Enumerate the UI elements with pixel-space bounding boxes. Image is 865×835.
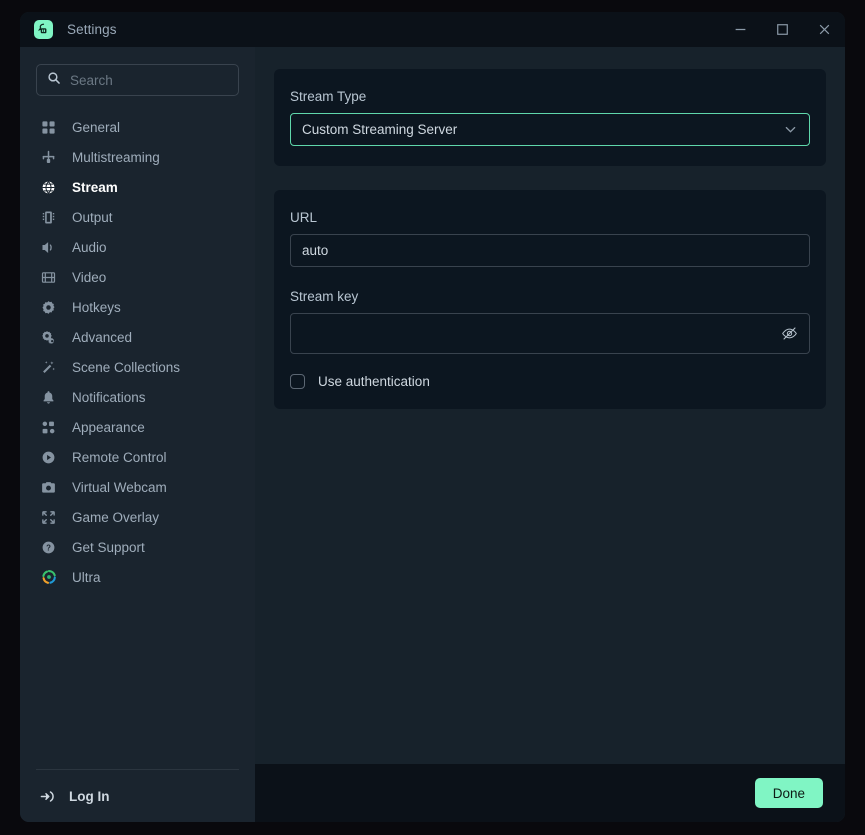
sidebar-item-label: Video xyxy=(72,269,107,285)
sidebar-item-game-overlay[interactable]: Game Overlay xyxy=(20,502,255,532)
sidebar-item-label: Advanced xyxy=(72,329,133,345)
url-input-wrapper[interactable] xyxy=(290,234,810,267)
footer-bar: Done xyxy=(255,764,845,822)
chip-icon xyxy=(39,208,58,227)
gears-icon xyxy=(39,328,58,347)
sidebar-item-remote-control[interactable]: Remote Control xyxy=(20,442,255,472)
sidebar-item-get-support[interactable]: ? Get Support xyxy=(20,532,255,562)
wand-icon xyxy=(39,358,58,377)
sidebar-item-label: Get Support xyxy=(72,539,145,555)
sidebar-item-ultra[interactable]: Ultra xyxy=(20,562,255,592)
speaker-icon xyxy=(39,238,58,257)
play-circle-icon xyxy=(39,448,58,467)
stream-type-card: Stream Type Custom Streaming Server xyxy=(274,69,826,166)
sidebar-item-general[interactable]: General xyxy=(20,112,255,142)
sidebar-item-appearance[interactable]: Appearance xyxy=(20,412,255,442)
use-authentication-label: Use authentication xyxy=(318,374,430,389)
sidebar-item-label: Audio xyxy=(72,239,107,255)
streamlabs-logo-icon xyxy=(34,20,53,39)
bell-icon xyxy=(39,388,58,407)
window-body: General Multistreaming xyxy=(20,47,845,822)
done-button[interactable]: Done xyxy=(754,778,823,808)
sidebar-item-multistreaming[interactable]: Multistreaming xyxy=(20,142,255,172)
sidebar-item-scene-collections[interactable]: Scene Collections xyxy=(20,352,255,382)
sidebar-item-stream[interactable]: Stream xyxy=(20,172,255,202)
eye-slash-icon[interactable] xyxy=(781,325,798,342)
ultra-icon xyxy=(39,568,58,587)
stream-type-value: Custom Streaming Server xyxy=(302,122,458,137)
login-label: Log In xyxy=(69,788,110,804)
sidebar-item-notifications[interactable]: Notifications xyxy=(20,382,255,412)
search-input[interactable] xyxy=(70,72,228,88)
sidebar-item-advanced[interactable]: Advanced xyxy=(20,322,255,352)
url-input[interactable] xyxy=(302,243,798,258)
stream-type-select[interactable]: Custom Streaming Server xyxy=(290,113,810,146)
sidebar-item-virtual-webcam[interactable]: Virtual Webcam xyxy=(20,472,255,502)
content-area: Stream Type Custom Streaming Server URL xyxy=(255,47,845,822)
sidebar-item-label: Game Overlay xyxy=(72,509,160,525)
sidebar-item-label: Remote Control xyxy=(72,449,167,465)
search-box[interactable] xyxy=(36,64,239,96)
login-button[interactable]: Log In xyxy=(20,770,255,822)
sidebar-nav: General Multistreaming Stream Output Aud… xyxy=(20,104,255,769)
use-authentication-checkbox[interactable] xyxy=(290,374,305,389)
window-title: Settings xyxy=(67,22,117,37)
chevron-down-icon xyxy=(783,122,798,137)
svg-text:?: ? xyxy=(46,543,51,552)
settings-window: Settings Search General Multistreaming S… xyxy=(20,12,845,822)
server-settings-card: URL Stream key xyxy=(274,190,826,409)
sidebar: General Multistreaming xyxy=(20,47,255,822)
sidebar-item-label: Notifications xyxy=(72,389,146,405)
camera-icon xyxy=(39,478,58,497)
sidebar-item-label: Scene Collections xyxy=(72,359,181,375)
sidebar-item-label: Multistreaming xyxy=(72,149,160,165)
url-label: URL xyxy=(290,210,318,225)
search-icon xyxy=(47,71,61,90)
expand-icon xyxy=(39,508,58,527)
multistream-icon xyxy=(39,148,58,167)
sidebar-item-label: General xyxy=(72,119,121,135)
sidebar-item-video[interactable]: Video xyxy=(20,262,255,292)
minimize-icon[interactable] xyxy=(719,12,761,47)
sidebar-item-label: Virtual Webcam xyxy=(72,479,167,495)
stream-type-label: Stream Type xyxy=(290,89,367,104)
appearance-icon xyxy=(39,418,58,437)
search-wrapper xyxy=(20,64,255,104)
login-icon xyxy=(39,788,56,805)
content-scroll: Stream Type Custom Streaming Server URL xyxy=(255,47,845,764)
film-icon xyxy=(39,268,58,287)
globe-icon xyxy=(39,178,58,197)
stream-key-label: Stream key xyxy=(290,289,359,304)
sidebar-item-label: Hotkeys xyxy=(72,299,121,315)
close-icon[interactable] xyxy=(803,12,845,47)
sidebar-item-audio[interactable]: Audio xyxy=(20,232,255,262)
grid-icon xyxy=(39,118,58,137)
sidebar-item-output[interactable]: Output xyxy=(20,202,255,232)
sidebar-item-label: Output xyxy=(72,209,113,225)
window-controls xyxy=(719,12,845,47)
stream-key-input[interactable] xyxy=(302,326,775,341)
sidebar-item-label: Appearance xyxy=(72,419,145,435)
gear-icon xyxy=(39,298,58,317)
stream-key-input-wrapper[interactable] xyxy=(290,313,810,354)
sidebar-item-label: Stream xyxy=(72,179,118,195)
titlebar: Settings xyxy=(20,12,845,47)
sidebar-item-hotkeys[interactable]: Hotkeys xyxy=(20,292,255,322)
help-circle-icon: ? xyxy=(39,538,58,557)
sidebar-item-label: Ultra xyxy=(72,569,101,585)
use-authentication-row[interactable]: Use authentication xyxy=(290,374,810,389)
maximize-icon[interactable] xyxy=(761,12,803,47)
